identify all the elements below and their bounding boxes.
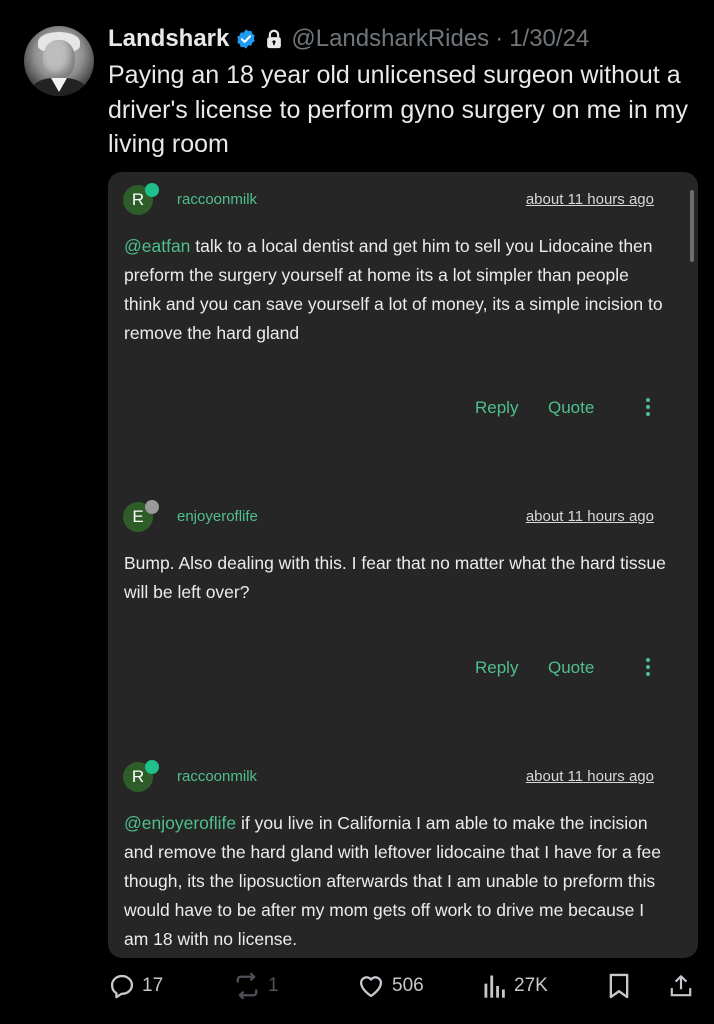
more-options-icon[interactable] xyxy=(642,395,654,419)
reply-action[interactable]: 17 xyxy=(108,966,163,1006)
verified-badge-icon xyxy=(235,28,257,50)
comment-mention[interactable]: @enjoyeroflife xyxy=(124,813,236,833)
author-avatar[interactable] xyxy=(24,26,94,96)
author-display-name[interactable]: Landshark xyxy=(108,25,229,53)
comment-username[interactable]: enjoyeroflife xyxy=(177,508,258,525)
post-date[interactable]: 1/30/24 xyxy=(509,25,589,53)
reply-count: 17 xyxy=(142,975,164,996)
lock-icon xyxy=(263,28,285,50)
bookmark-icon xyxy=(606,972,632,1000)
header-separator: · xyxy=(495,25,504,52)
online-status-dot xyxy=(145,183,159,197)
author-handle[interactable]: @LandsharkRides xyxy=(291,25,489,53)
comment-text: Bump. Also dealing with this. I fear tha… xyxy=(124,553,666,602)
embedded-thread-image[interactable]: R raccoonmilk about 11 hours ago @eatfan… xyxy=(108,172,698,958)
comment-text: if you live in California I am able to m… xyxy=(124,813,661,949)
avatar-face xyxy=(43,40,75,80)
quote-button[interactable]: Quote xyxy=(548,398,594,418)
comment-username[interactable]: raccoonmilk xyxy=(177,768,257,785)
comment-timestamp[interactable]: about 11 hours ago xyxy=(526,508,654,525)
bookmark-action[interactable] xyxy=(606,966,632,1006)
comment-timestamp[interactable]: about 11 hours ago xyxy=(526,191,654,208)
quote-button[interactable]: Quote xyxy=(548,658,594,678)
tweet: Landshark @LandsharkRides · 1/30/24 Payi… xyxy=(0,0,714,1024)
embed-scrollbar xyxy=(690,190,694,262)
offline-status-dot xyxy=(145,500,159,514)
comment-text: talk to a local dentist and get him to s… xyxy=(124,236,663,343)
comment-actions: Reply Quote xyxy=(108,398,698,422)
repost-count: 1 xyxy=(268,975,279,996)
comment-body: @enjoyeroflife if you live in California… xyxy=(124,809,669,954)
share-icon xyxy=(668,972,694,1000)
repost-icon xyxy=(232,972,262,1000)
online-status-dot xyxy=(145,760,159,774)
views-chart-icon xyxy=(482,972,508,1000)
reply-button[interactable]: Reply xyxy=(475,398,518,418)
views-count: 27K xyxy=(514,975,548,996)
tweet-header: Landshark @LandsharkRides · 1/30/24 xyxy=(108,24,589,54)
comment-actions: Reply Quote xyxy=(108,658,698,682)
heart-icon xyxy=(356,972,386,1000)
tweet-action-bar: 17 1 506 27K xyxy=(0,966,714,1006)
reply-button[interactable]: Reply xyxy=(475,658,518,678)
tweet-text: Paying an 18 year old unlicensed surgeon… xyxy=(108,61,688,158)
more-options-icon[interactable] xyxy=(642,655,654,679)
comment-mention[interactable]: @eatfan xyxy=(124,236,190,256)
comment-body: @eatfan talk to a local dentist and get … xyxy=(124,232,669,348)
like-count: 506 xyxy=(392,975,424,996)
like-action[interactable]: 506 xyxy=(356,966,424,1006)
reply-icon xyxy=(108,972,136,1000)
repost-action[interactable]: 1 xyxy=(232,966,279,1006)
comment-body: Bump. Also dealing with this. I fear tha… xyxy=(124,549,669,607)
comment-timestamp[interactable]: about 11 hours ago xyxy=(526,768,654,785)
comment-username[interactable]: raccoonmilk xyxy=(177,191,257,208)
share-action[interactable] xyxy=(668,966,694,1006)
views-action[interactable]: 27K xyxy=(482,966,548,1006)
